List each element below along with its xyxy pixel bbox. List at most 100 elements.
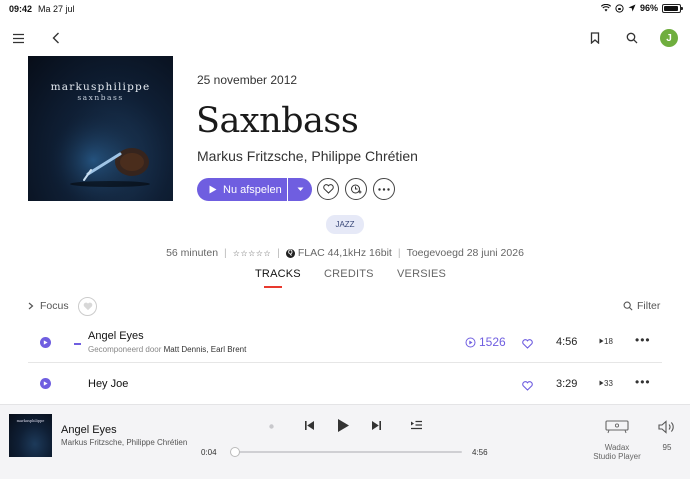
play-count-icon: [465, 337, 476, 347]
focus-label: Focus: [40, 300, 69, 312]
track-title: Hey Joe: [88, 378, 129, 390]
battery-icon: [662, 3, 683, 13]
play-icon: [337, 418, 349, 432]
battery-fill: [664, 5, 679, 11]
audio-quality: FLAC 44,1kHz 16bit: [297, 247, 392, 259]
speaker-icon: [658, 420, 674, 434]
output-device-button[interactable]: Wadax Studio Player: [590, 420, 644, 461]
focus-toggle[interactable]: Focus: [28, 300, 69, 312]
quality-badge-icon: Q: [285, 248, 295, 258]
now-playing-indicator: [74, 343, 81, 345]
chevron-right-icon: [28, 302, 34, 310]
device-name: Wadax: [604, 443, 630, 452]
queue-button[interactable]: [408, 418, 424, 432]
previous-button[interactable]: [302, 418, 316, 432]
chevron-down-icon: [297, 187, 303, 191]
track-favorite-button[interactable]: [522, 378, 533, 396]
now-playing-artist[interactable]: Markus Fritzsche, Philippe Chrétien: [61, 438, 187, 447]
genre-tag[interactable]: JAZZ: [326, 215, 364, 234]
active-tab-indicator: [264, 286, 282, 288]
search-icon: [623, 301, 633, 311]
heart-icon: [522, 339, 533, 349]
album-cover: markusphilippe saxnbass: [28, 56, 173, 201]
cover-artwork: [28, 56, 173, 201]
track-row[interactable]: Angel Eyes Gecomponeerd door Matt Dennis…: [28, 322, 662, 364]
volume-button[interactable]: 95: [656, 420, 678, 452]
album-title: Saxnbass: [196, 101, 359, 141]
dot-icon: [268, 423, 274, 429]
favorite-button[interactable]: [317, 178, 339, 200]
play-now-button[interactable]: Nu afspelen: [197, 178, 287, 201]
mini-cover-text: markusphilippe: [16, 419, 45, 423]
track-title: Angel Eyes: [88, 330, 144, 342]
track-play-count: 1526: [465, 335, 506, 349]
track-count-value: 18: [604, 337, 613, 346]
heart-icon: [83, 302, 92, 311]
date-added: Toegevoegd 28 juni 2026: [406, 247, 524, 259]
meta-separator: |: [397, 247, 401, 259]
battery-percent: 96%: [639, 3, 658, 13]
meta-separator: |: [224, 247, 227, 259]
play-pause-button[interactable]: [334, 416, 352, 434]
progress-bar[interactable]: [230, 447, 462, 457]
status-right: 96%: [600, 3, 683, 13]
track-composers: Gecomponeerd door Matt Dennis, Earl Bren…: [88, 345, 246, 354]
track-duration: 4:56: [556, 336, 578, 348]
progress-handle[interactable]: [230, 447, 240, 457]
autoplay-dot[interactable]: [267, 422, 275, 430]
play-count-value: 1526: [479, 335, 506, 349]
status-bar: 09:42 Ma 27 jul 96%: [0, 0, 690, 18]
library-add-icon: [351, 184, 362, 194]
tab-tracks[interactable]: TRACKS: [255, 268, 301, 280]
next-button[interactable]: [369, 418, 383, 432]
track-more-button[interactable]: •••: [635, 375, 651, 389]
add-to-library-button[interactable]: [345, 178, 367, 200]
streamer-device-icon: [605, 420, 629, 434]
play-icon: [209, 185, 217, 194]
filter-button[interactable]: Filter: [623, 300, 660, 312]
back-icon[interactable]: [48, 30, 64, 46]
player-bar: markusphilippe Angel Eyes Markus Fritzsc…: [0, 404, 690, 479]
tab-credits[interactable]: CREDITS: [324, 268, 374, 280]
heart-icon: [522, 381, 533, 391]
device-model: Studio Player: [593, 452, 641, 461]
queue-icon: [410, 420, 422, 430]
now-playing-cover[interactable]: markusphilippe: [9, 414, 52, 457]
avatar[interactable]: J: [660, 29, 678, 47]
track-play-button[interactable]: [40, 378, 51, 389]
location-icon: [628, 4, 636, 12]
track-favorite-button[interactable]: [522, 336, 533, 354]
bookmark-icon[interactable]: [587, 30, 603, 46]
composed-by-prefix: Gecomponeerd door: [88, 345, 162, 354]
total-time: 4:56: [472, 448, 488, 457]
now-playing-title[interactable]: Angel Eyes: [61, 424, 117, 436]
favorites-filter-button[interactable]: [78, 297, 97, 316]
play-icon: [43, 381, 48, 386]
play-options-dropdown[interactable]: [288, 178, 312, 201]
volume-level: 95: [662, 443, 672, 452]
track-row[interactable]: Hey Joe 3:29 33 •••: [28, 363, 662, 405]
menu-icon[interactable]: [10, 30, 26, 46]
composer-names[interactable]: Matt Dennis, Earl Brent: [164, 345, 247, 354]
album-duration: 56 minuten: [166, 247, 219, 259]
track-play-button[interactable]: [40, 337, 51, 348]
status-date: Ma 27 jul: [38, 4, 75, 14]
elapsed-time: 0:04: [201, 448, 217, 457]
album-artists[interactable]: Markus Fritzsche, Philippe Chrétien: [197, 148, 418, 164]
track-count: 33: [599, 379, 613, 388]
track-duration: 3:29: [556, 378, 578, 390]
more-icon: [378, 187, 390, 191]
heart-icon: [322, 184, 334, 194]
rating-stars[interactable]: ☆☆☆☆☆: [233, 249, 271, 258]
release-date: 25 november 2012: [197, 73, 298, 87]
more-options-button[interactable]: [373, 178, 395, 200]
tab-versions[interactable]: VERSIES: [397, 268, 446, 280]
album-meta: 56 minuten | ☆☆☆☆☆ | Q FLAC 44,1kHz 16bi…: [0, 247, 690, 259]
meta-separator: |: [277, 247, 280, 259]
search-icon[interactable]: [624, 30, 640, 46]
skip-forward-icon: [371, 420, 381, 430]
play-now-label: Nu afspelen: [223, 183, 282, 196]
status-time: 09:42: [9, 4, 33, 14]
play-icon: [43, 340, 48, 345]
track-more-button[interactable]: •••: [635, 333, 651, 347]
